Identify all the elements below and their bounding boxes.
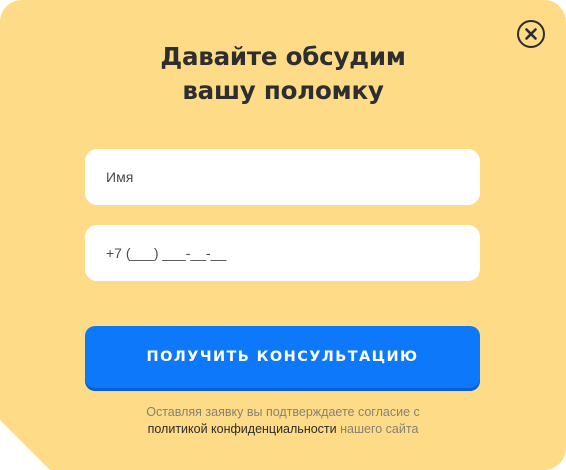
title-line-2: вашу поломку [182,76,384,105]
submit-button[interactable]: ПОЛУЧИТЬ КОНСУЛЬТАЦИЮ [85,326,480,388]
title-line-1: Давайте обсудим [160,42,406,71]
phone-field[interactable] [85,225,480,281]
modal-title: Давайте обсудим вашу поломку [0,40,566,108]
consent-tail: нашего сайта [340,422,419,436]
consent-text: Оставляя заявку вы подтверждаете согласи… [0,404,566,438]
name-field[interactable] [85,149,480,205]
consent-line-2: политикой конфиденциальности нашего сайт… [0,421,566,438]
name-input[interactable] [106,169,459,185]
privacy-policy-link[interactable]: политикой конфиденциальности [148,422,337,436]
phone-input[interactable] [106,245,459,261]
consultation-modal: Давайте обсудим вашу поломку ПОЛУЧИТЬ КО… [0,0,566,470]
consent-line-1: Оставляя заявку вы подтверждаете согласи… [146,405,420,419]
